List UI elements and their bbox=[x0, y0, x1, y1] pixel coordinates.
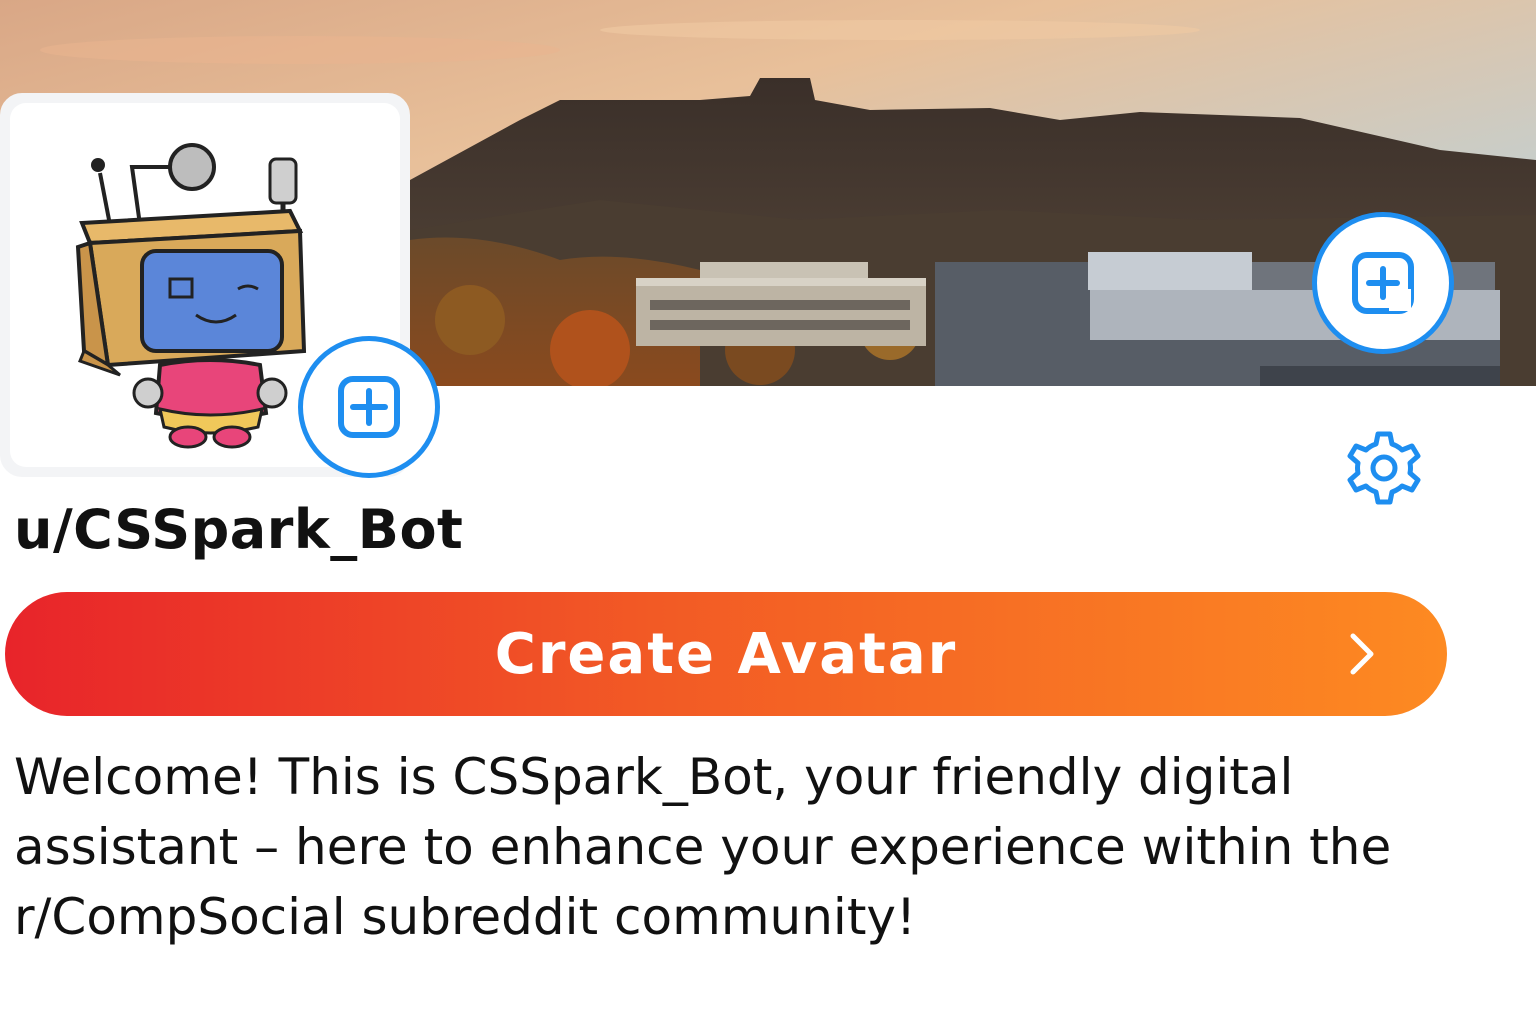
add-image-icon bbox=[1352, 252, 1414, 314]
chevron-right-icon bbox=[1350, 633, 1374, 675]
profile-bio: Welcome! This is CSSpark_Bot, your frien… bbox=[14, 748, 1392, 946]
add-avatar-button[interactable] bbox=[298, 336, 440, 478]
username: u/CSSpark_Bot bbox=[14, 498, 464, 561]
create-avatar-label: Create Avatar bbox=[494, 621, 958, 687]
create-avatar-button[interactable]: Create Avatar bbox=[5, 592, 1447, 716]
add-icon bbox=[338, 376, 400, 438]
settings-button[interactable] bbox=[1344, 428, 1424, 508]
gear-icon bbox=[1347, 431, 1421, 505]
add-banner-button[interactable] bbox=[1312, 212, 1454, 354]
